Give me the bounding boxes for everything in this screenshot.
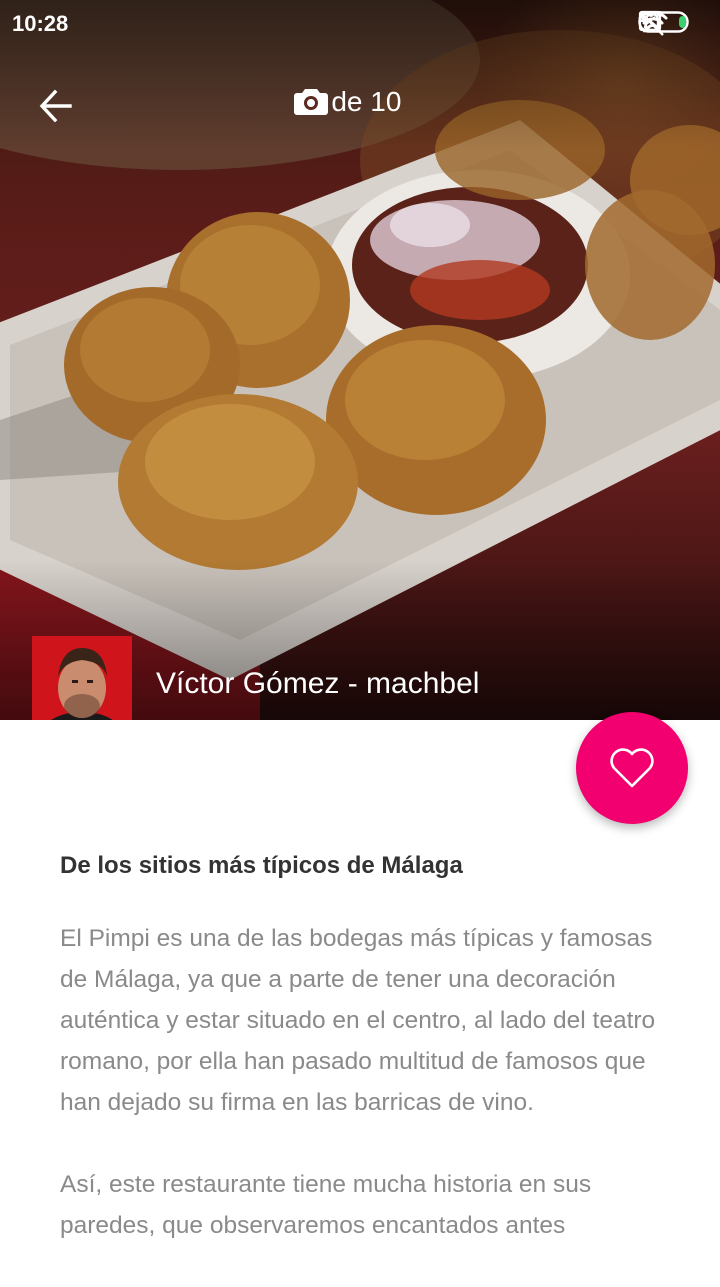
gallery-top-bar: 1 de 10 [0, 70, 720, 140]
back-button[interactable] [34, 84, 78, 128]
arrow-back-icon [39, 89, 72, 123]
author-info[interactable]: Víctor Gómez - machbel [32, 636, 479, 720]
favorite-button[interactable] [576, 712, 688, 824]
heart-outline-icon [610, 748, 654, 788]
avatar[interactable] [32, 636, 132, 720]
article-paragraph: El Pimpi es una de las bodegas más típic… [60, 925, 656, 1116]
status-time: 10:28 [12, 11, 69, 36]
hero-photo[interactable]: 10:28 1 de 10 Víctor Gómez - machbel [0, 0, 720, 720]
author-name[interactable]: Víctor Gómez - machbel [156, 667, 479, 701]
author-photo [32, 636, 132, 720]
status-bar: 10:28 [0, 0, 720, 50]
article-title: De los sitios más típicos de Málaga [60, 852, 463, 879]
article-content: De los sitios más típicos de Málaga El P… [60, 848, 660, 1287]
photo-counter: 1 de 10 [294, 86, 401, 118]
article-paragraph: Así, este restaurante tiene mucha histor… [60, 1171, 592, 1239]
